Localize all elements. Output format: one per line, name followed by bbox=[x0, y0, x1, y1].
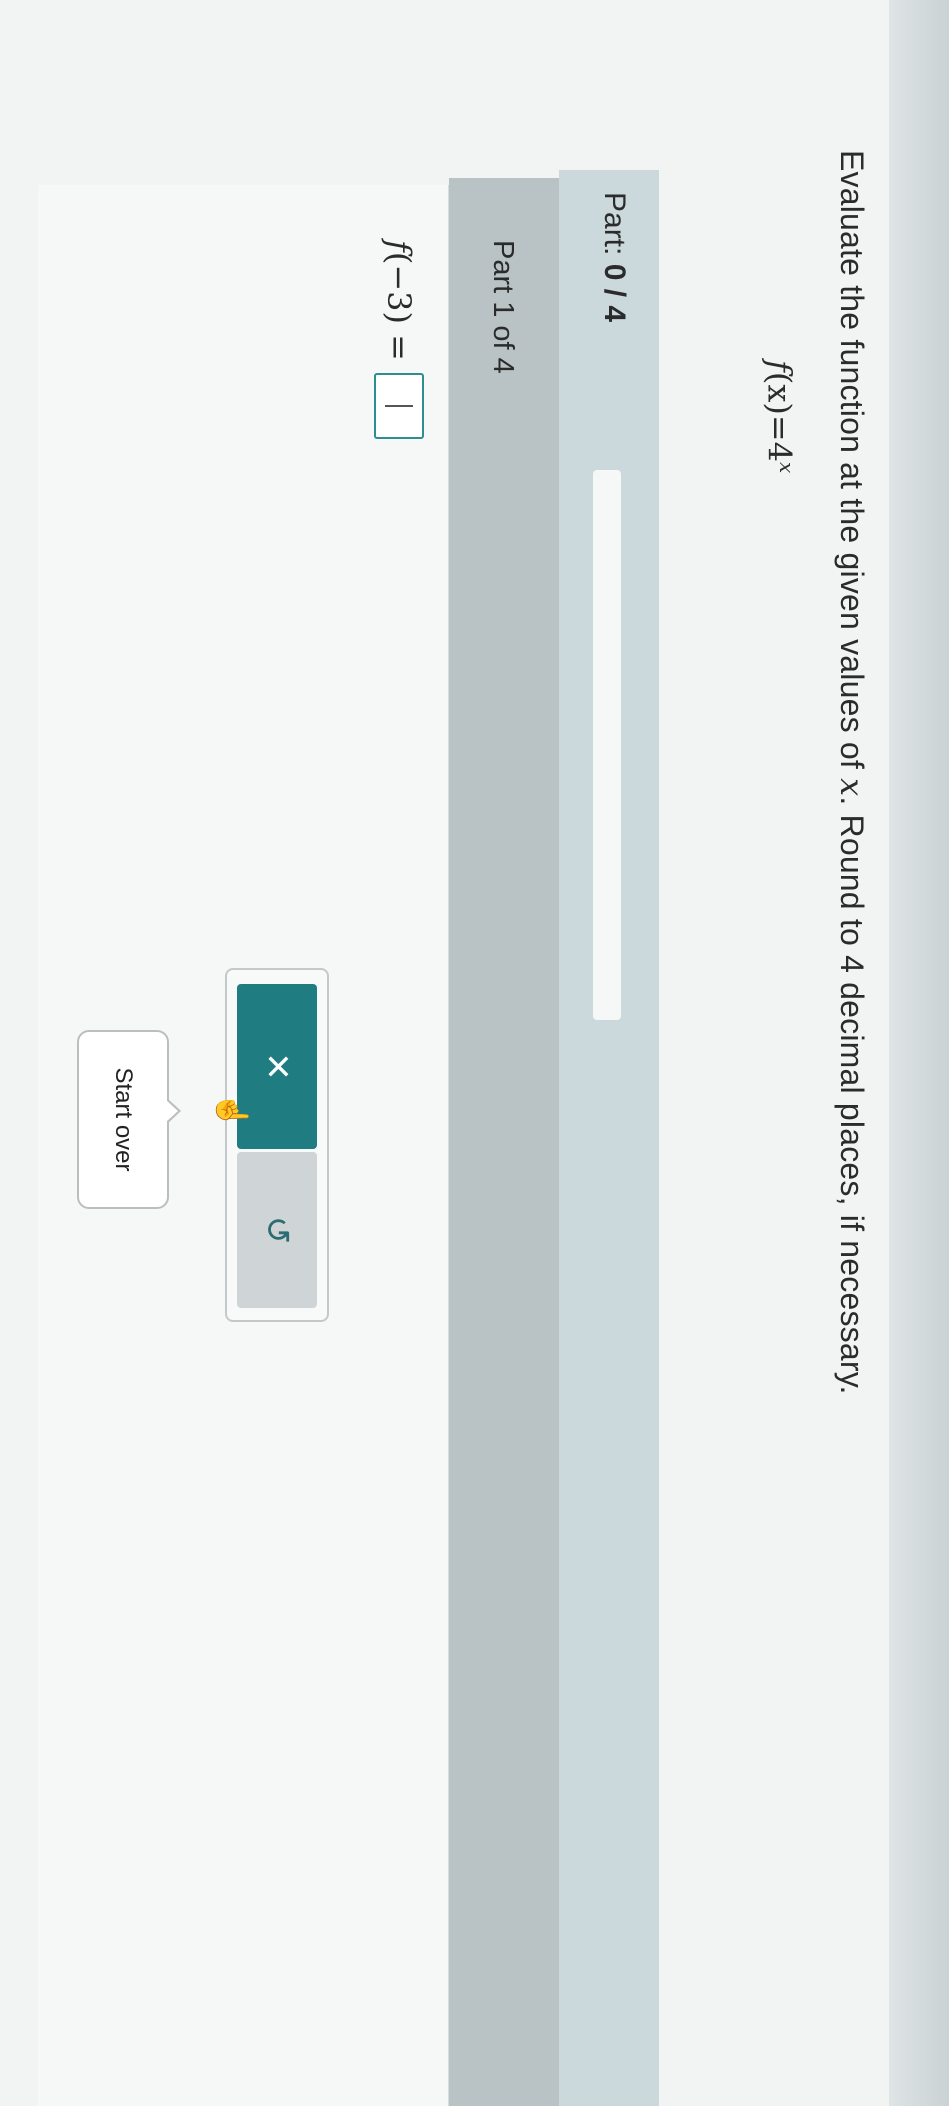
instruction-text-start: Evaluate the function at the given value… bbox=[834, 150, 870, 779]
undo-button[interactable]: ↺ bbox=[237, 1152, 317, 1308]
answer-function-name: f bbox=[380, 240, 418, 252]
answer-toolbar: ✕ ↺ bbox=[225, 968, 329, 1322]
question-instruction: Evaluate the function at the given value… bbox=[833, 150, 871, 1395]
function-name: f bbox=[760, 360, 799, 372]
answer-row: f(−3) = bbox=[374, 240, 424, 439]
progress-bar bbox=[593, 470, 621, 1020]
answer-input[interactable] bbox=[374, 372, 424, 439]
function-definition: f(x)=4x bbox=[760, 360, 799, 473]
instruction-variable: x bbox=[833, 778, 871, 797]
start-over-tooltip: Start over bbox=[77, 1030, 169, 1209]
part-header bbox=[449, 178, 559, 2106]
answer-expression: f(−3) = bbox=[380, 240, 418, 361]
part-score: Part: 0 / 4 bbox=[597, 192, 631, 322]
answer-expression-rest: (−3) = bbox=[380, 251, 418, 361]
undo-icon: ↺ bbox=[258, 1215, 296, 1245]
instruction-text-end: . Round to 4 decimal places, if necessar… bbox=[834, 796, 870, 1395]
hand-pointer-icon: ☝ bbox=[215, 1092, 248, 1130]
function-equals-base: =4 bbox=[760, 414, 799, 463]
part-score-label: Part: bbox=[598, 192, 631, 256]
close-icon: ✕ bbox=[258, 1052, 296, 1081]
page: Evaluate the function at the given value… bbox=[0, 0, 949, 2106]
text-caret bbox=[385, 404, 413, 407]
window-top-strip bbox=[889, 0, 949, 2106]
part-label: Part 1 of 4 bbox=[487, 240, 519, 374]
progress-header bbox=[559, 170, 659, 2106]
clear-button[interactable]: ✕ bbox=[237, 984, 317, 1149]
tooltip-text: Start over bbox=[110, 1067, 137, 1172]
part-score-value: 0 / 4 bbox=[598, 263, 631, 323]
function-exponent: x bbox=[775, 462, 799, 474]
function-argument: (x) bbox=[760, 371, 799, 415]
